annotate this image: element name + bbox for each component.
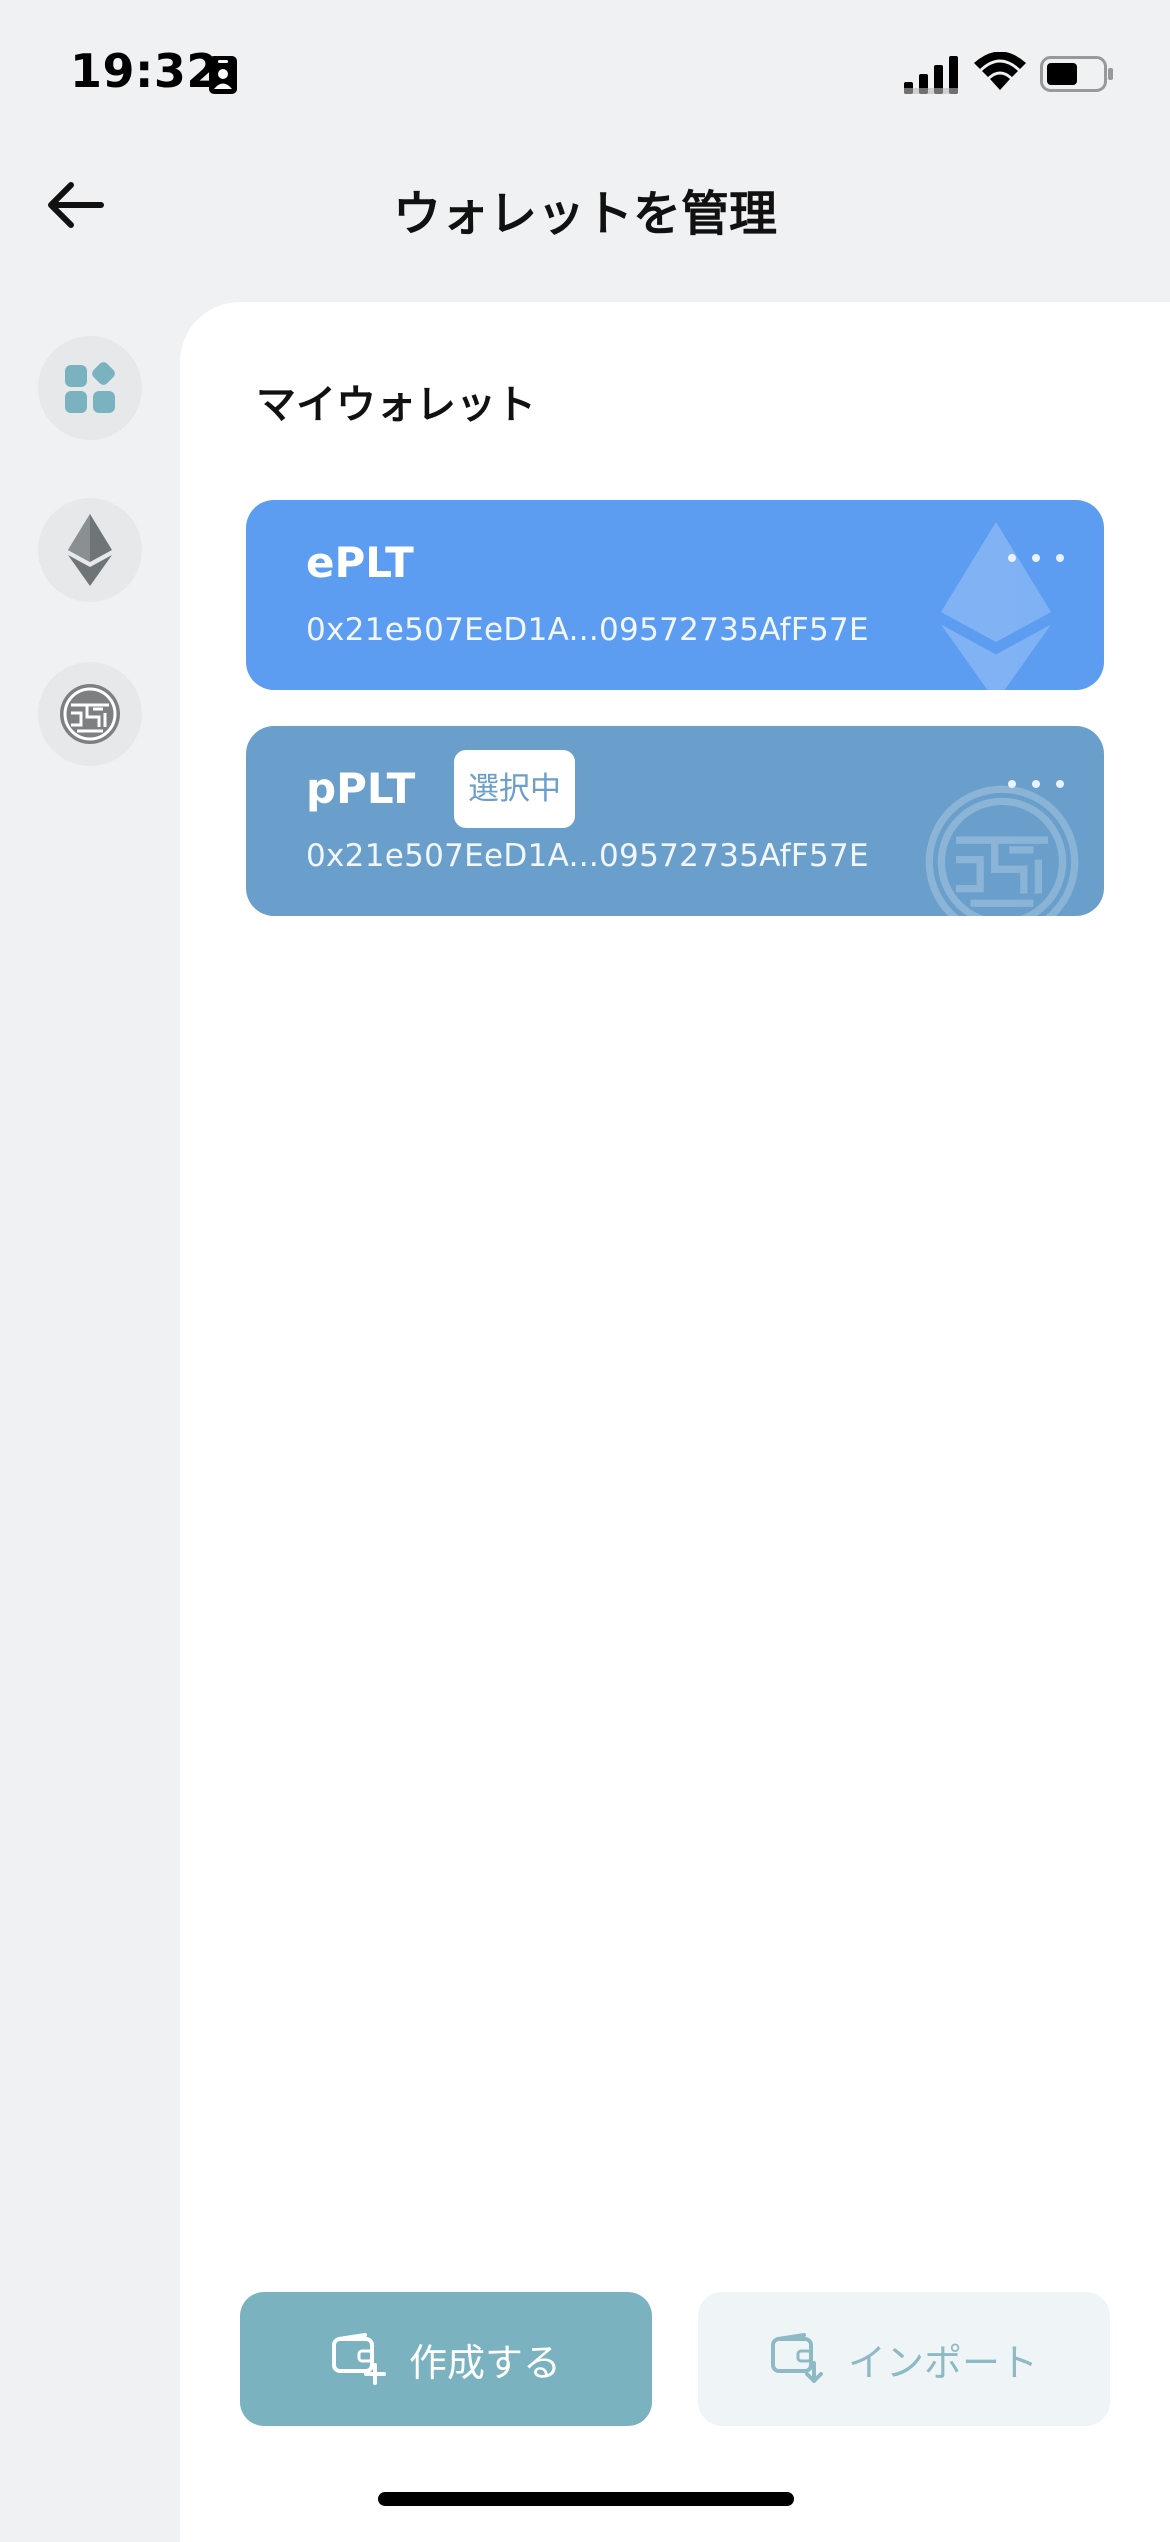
more-dot-icon — [1056, 554, 1064, 562]
cellular-signal-icon — [904, 56, 958, 94]
rail-item-all[interactable] — [38, 336, 142, 440]
page-title: ウォレットを管理 — [392, 186, 777, 242]
plt-logo-icon — [60, 684, 120, 744]
wallet-card-pplt[interactable]: pPLT 選択中 0x21e507EeD1A...09572735AfF57E — [246, 726, 1104, 916]
status-bar: 19:32 — [0, 0, 1170, 150]
import-button-label: インポート — [847, 2340, 1038, 2385]
more-dot-icon — [1056, 780, 1064, 788]
wallet-import-icon — [770, 2333, 823, 2383]
wallet-add-icon — [331, 2333, 386, 2385]
more-dot-icon — [1032, 554, 1040, 562]
apps-grid-icon — [65, 362, 115, 413]
wifi-icon — [974, 52, 1026, 90]
plt-watermark-icon — [925, 785, 1079, 916]
wallet-name: ePLT — [306, 538, 414, 587]
more-options-button[interactable] — [1008, 774, 1064, 794]
more-dot-icon — [1032, 780, 1040, 788]
section-title: マイウォレット — [256, 382, 536, 428]
header: ウォレットを管理 — [0, 150, 1170, 290]
wallet-address: 0x21e507EeD1A...09572735AfF57E — [306, 838, 869, 874]
create-button-label: 作成する — [408, 2340, 561, 2385]
import-wallet-button[interactable]: インポート — [698, 2292, 1110, 2426]
contact-card-icon — [209, 56, 237, 94]
selected-badge: 選択中 — [454, 750, 575, 828]
wallet-name: pPLT — [306, 764, 416, 813]
more-dot-icon — [1008, 554, 1016, 562]
wallet-panel: マイウォレット ePLT 0x21e507EeD1A...09572735AfF… — [180, 302, 1170, 2542]
rail-item-ethereum[interactable] — [38, 498, 142, 602]
more-options-button[interactable] — [1008, 548, 1064, 568]
rail-item-plt[interactable] — [38, 662, 142, 766]
status-time: 19:32 — [70, 44, 219, 98]
home-indicator — [378, 2492, 794, 2506]
ethereum-icon — [68, 514, 112, 586]
battery-icon — [1040, 56, 1113, 92]
more-dot-icon — [1008, 780, 1016, 788]
create-wallet-button[interactable]: 作成する — [240, 2292, 652, 2426]
wallet-card-eplt[interactable]: ePLT 0x21e507EeD1A...09572735AfF57E — [246, 500, 1104, 690]
wallet-address: 0x21e507EeD1A...09572735AfF57E — [306, 612, 869, 648]
